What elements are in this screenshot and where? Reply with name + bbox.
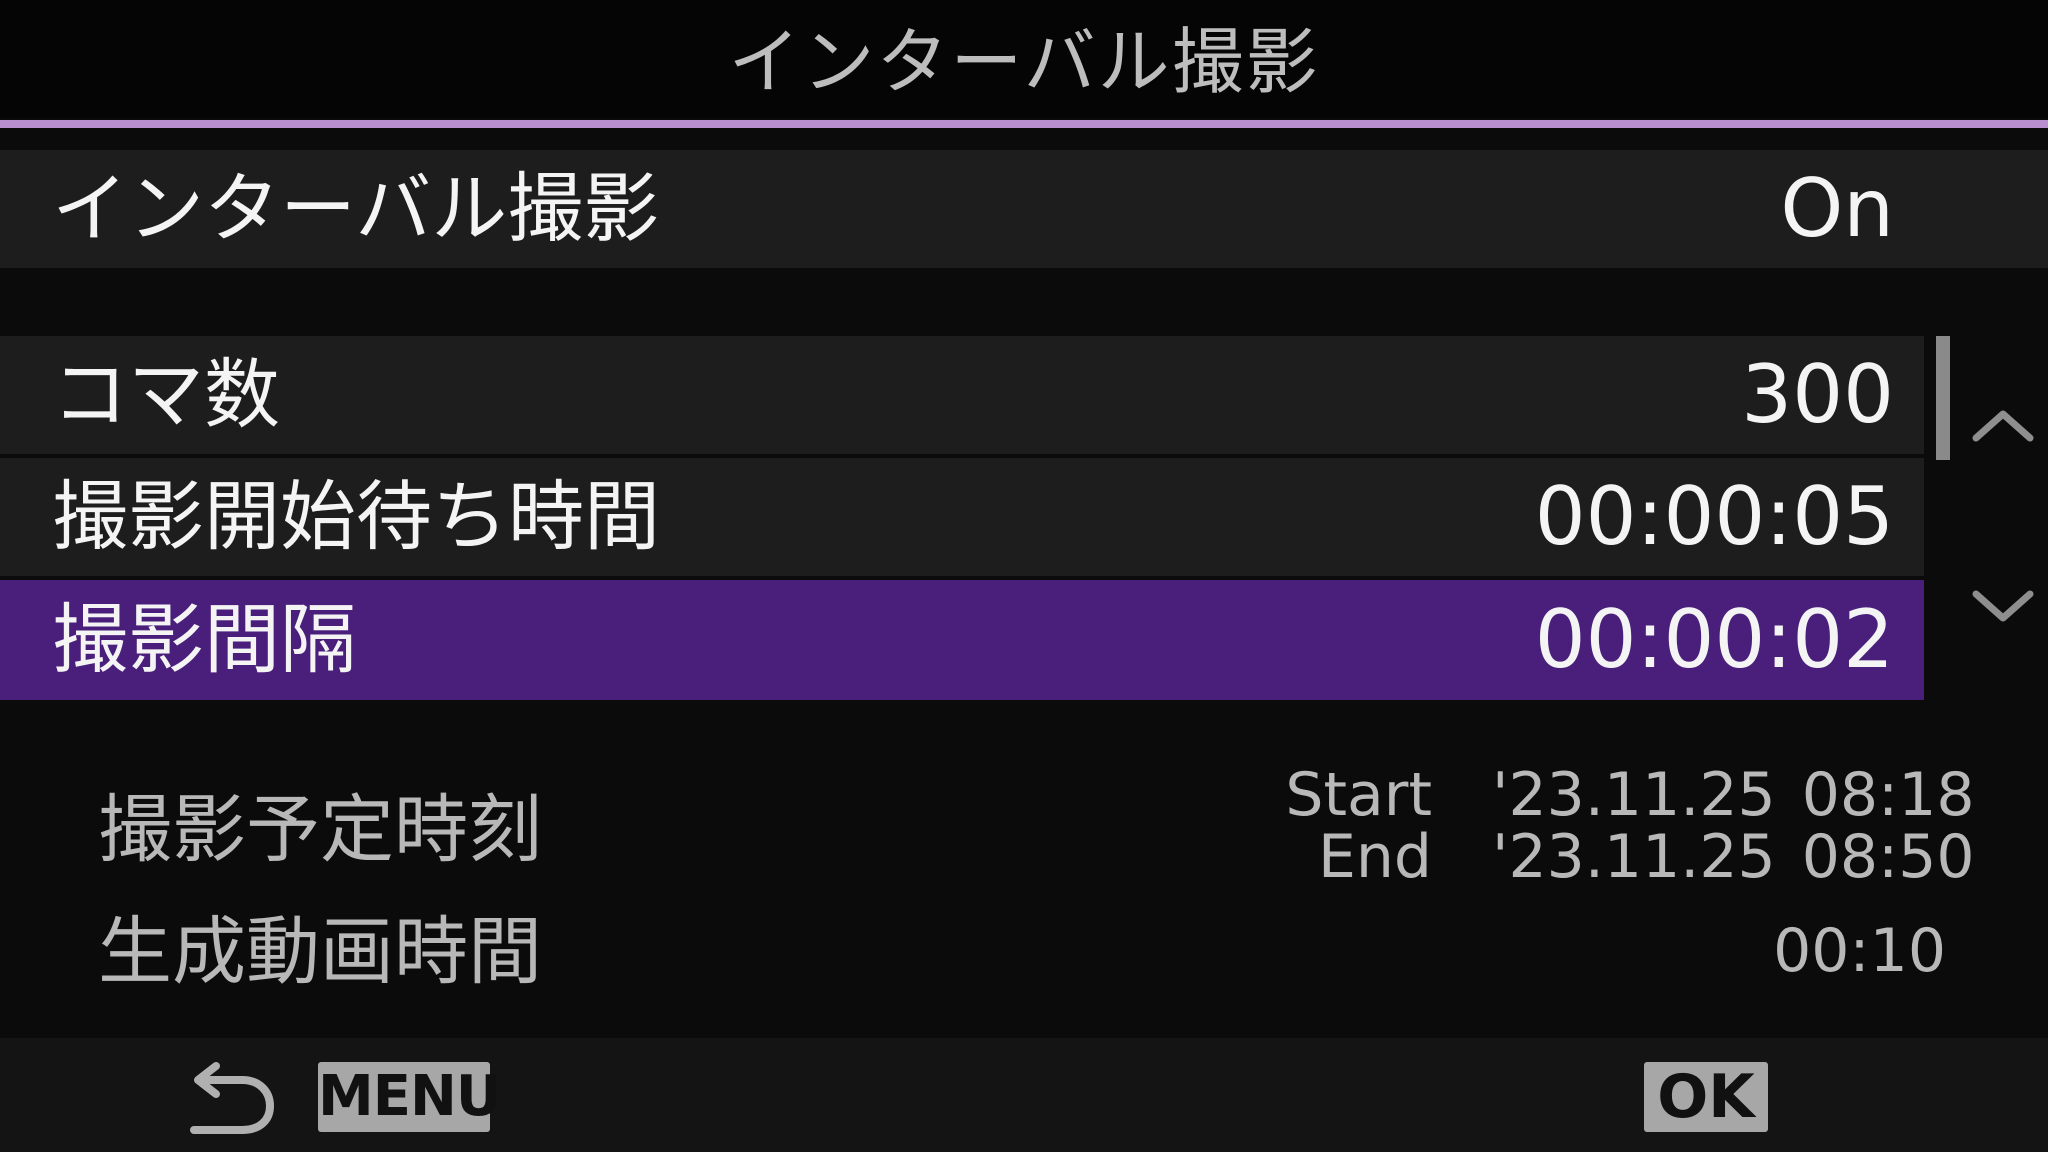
menu-button[interactable]: MENU [318, 1062, 501, 1132]
interval-label: 撮影間隔 [52, 595, 356, 684]
schedule-end-date: '23.11.25 [1492, 822, 1776, 892]
back-arrow-icon[interactable] [186, 1052, 282, 1138]
title-bar: インターバル撮影 [0, 0, 2048, 118]
frame-count-row[interactable]: コマ数 300 [0, 336, 1924, 454]
start-wait-value: 00:00:05 [1534, 470, 1894, 563]
page-title: インターバル撮影 [728, 20, 1320, 104]
scrollbar-thumb[interactable] [1936, 336, 1950, 460]
title-divider [0, 120, 2048, 128]
frame-count-label: コマ数 [52, 350, 280, 439]
interval-shooting-row[interactable]: インターバル撮影 On [0, 150, 2048, 268]
schedule-start-time: 08:18 [1801, 760, 1975, 830]
frame-count-value: 300 [1741, 348, 1894, 441]
schedule-end-key: End [1317, 822, 1432, 892]
schedule-start-value: '23.11.25 08:18 [1492, 760, 1975, 830]
chevron-up-icon[interactable] [1968, 400, 2038, 450]
chevron-down-icon[interactable] [1968, 582, 2038, 632]
movie-length-value: 00:10 [1773, 916, 1946, 986]
movie-length-label: 生成動画時間 [98, 909, 542, 995]
interval-shooting-label: インターバル撮影 [52, 164, 660, 253]
scheduled-time-label: 撮影予定時刻 [98, 787, 542, 873]
start-wait-row[interactable]: 撮影開始待ち時間 00:00:05 [0, 458, 1924, 576]
start-wait-label: 撮影開始待ち時間 [52, 472, 660, 561]
schedule-end-value: '23.11.25 08:50 [1492, 822, 1975, 892]
camera-menu-screen: インターバル撮影 インターバル撮影 On コマ数 300 撮影開始待ち時間 00… [0, 0, 2048, 1152]
interval-row-selected[interactable]: 撮影間隔 00:00:02 [0, 580, 1924, 700]
interval-value: 00:00:02 [1534, 593, 1894, 686]
schedule-end-time: 08:50 [1801, 822, 1975, 892]
interval-shooting-value: On [1780, 162, 1894, 255]
schedule-start-date: '23.11.25 [1492, 760, 1776, 830]
ok-button[interactable]: OK [1644, 1062, 1768, 1132]
schedule-start-key: Start [1285, 760, 1432, 830]
